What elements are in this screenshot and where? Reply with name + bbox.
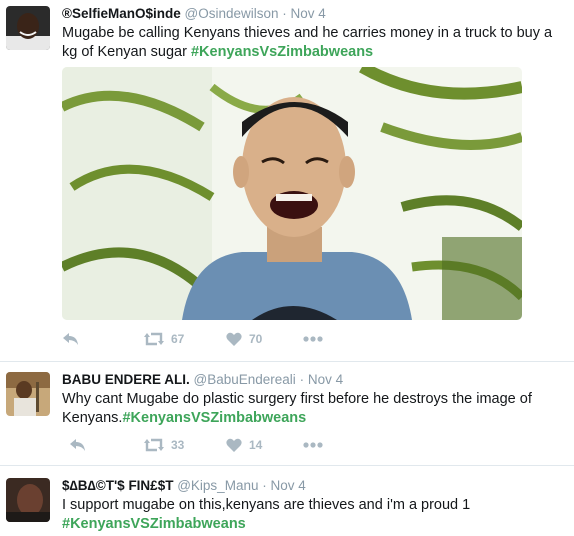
tweet: BABU ENDERE ALI. @BabuEndereali · Nov 4 …: [0, 362, 574, 466]
tweet: $∆B∆©T'$ FIN£$T @Kips_Manu · Nov 4 I sup…: [0, 466, 574, 536]
retweet-count: 67: [171, 332, 185, 346]
retweet-count: 33: [171, 438, 185, 452]
tweet-text: I support mugabe on this,kenyans are thi…: [62, 496, 566, 534]
user-handle[interactable]: @Osindewilson: [185, 6, 279, 21]
avatar[interactable]: [6, 372, 50, 416]
more-icon: [303, 438, 323, 452]
tweet-text: Mugabe be calling Kenyans thieves and he…: [62, 24, 566, 62]
tweet-header: $∆B∆©T'$ FIN£$T @Kips_Manu · Nov 4: [62, 478, 306, 493]
retweet-icon: [144, 332, 164, 346]
reply-button[interactable]: [62, 332, 80, 346]
hashtag-link[interactable]: #KenyansVSZimbabweans: [62, 516, 246, 532]
like-count: 14: [249, 438, 263, 452]
retweet-icon: [144, 438, 164, 452]
user-name[interactable]: BABU ENDERE ALI.: [62, 372, 190, 387]
more-icon: [303, 332, 323, 346]
reply-button[interactable]: [62, 438, 87, 452]
tweet-time[interactable]: Nov 4: [291, 6, 326, 21]
tweet-time[interactable]: Nov 4: [308, 372, 343, 387]
separator-dot: ·: [262, 478, 267, 493]
user-name[interactable]: ®SelfieManO$inde: [62, 6, 181, 21]
separator-dot: ·: [282, 6, 287, 21]
more-button[interactable]: [303, 332, 323, 346]
reply-icon: [62, 332, 80, 346]
like-icon: [226, 438, 242, 452]
tweet-text: Why cant Mugabe do plastic surgery first…: [62, 390, 566, 428]
hashtag-link[interactable]: #KenyansVsZimbabweans: [191, 44, 373, 60]
like-icon: [226, 332, 242, 346]
retweet-button[interactable]: 33: [144, 438, 184, 452]
avatar[interactable]: [6, 6, 50, 50]
user-name[interactable]: $∆B∆©T'$ FIN£$T: [62, 478, 173, 493]
tweet-header: ®SelfieManO$inde @Osindewilson · Nov 4: [62, 6, 326, 21]
user-handle[interactable]: @Kips_Manu: [177, 478, 258, 493]
separator-dot: ·: [299, 372, 305, 387]
like-button[interactable]: 70: [226, 332, 262, 346]
retweet-button[interactable]: 67: [144, 332, 184, 346]
hashtag-link[interactable]: #KenyansVSZimbabweans: [122, 410, 306, 426]
reply-icon: [69, 438, 87, 452]
like-button[interactable]: 14: [226, 438, 262, 452]
like-count: 70: [249, 332, 263, 346]
more-button[interactable]: [303, 438, 323, 452]
tweet-photo[interactable]: [62, 67, 522, 320]
tweet-text-content: I support mugabe on this,kenyans are thi…: [62, 497, 471, 513]
user-handle[interactable]: @BabuEndereali: [194, 372, 296, 387]
avatar[interactable]: [6, 478, 50, 522]
tweet: ®SelfieManO$inde @Osindewilson · Nov 4 M…: [0, 0, 574, 362]
tweet-header: BABU ENDERE ALI. @BabuEndereali · Nov 4: [62, 372, 343, 387]
tweet-time[interactable]: Nov 4: [271, 478, 306, 493]
